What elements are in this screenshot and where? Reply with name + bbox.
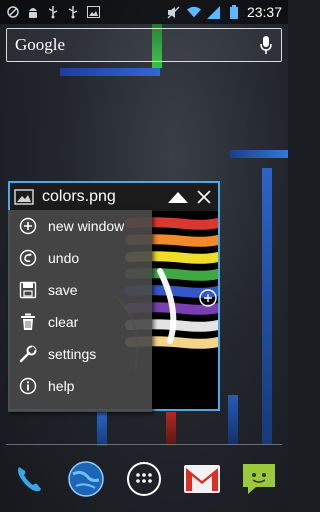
menu-item-label: new window [48, 218, 125, 234]
menu-item-help[interactable]: help [8, 370, 152, 402]
trash-icon [18, 312, 38, 332]
status-time: 23:37 [246, 4, 282, 20]
app-drawer-icon[interactable] [124, 459, 164, 499]
menu-item-settings[interactable]: settings [8, 338, 152, 370]
phone-icon[interactable] [9, 459, 49, 499]
google-search-bar[interactable]: Google [6, 28, 282, 62]
widget-titlebar[interactable]: colors.png [10, 183, 218, 211]
wrench-icon [18, 344, 38, 364]
mic-icon[interactable] [259, 35, 273, 55]
wallpaper-beam [166, 412, 176, 446]
blocked-icon [6, 5, 20, 19]
wallpaper-beam [230, 150, 288, 158]
browser-icon[interactable] [66, 459, 106, 499]
usb-icon [66, 5, 80, 19]
menu-item-undo[interactable]: undo [8, 242, 152, 274]
menu-item-label: undo [48, 250, 80, 266]
usb-icon [46, 5, 60, 19]
menu-item-new-window[interactable]: new window [8, 210, 152, 242]
menu-item-save[interactable]: save [8, 274, 152, 306]
triangle-up-icon[interactable] [166, 190, 190, 204]
messaging-icon[interactable] [239, 459, 279, 499]
menu-item-label: settings [48, 346, 97, 362]
wallpaper-beam [97, 412, 107, 446]
menu-item-label: help [48, 378, 75, 394]
wallpaper-beam [228, 395, 238, 445]
wifi-icon [186, 5, 201, 19]
image-icon [14, 189, 34, 205]
google-logo[interactable]: Google [7, 35, 65, 55]
gmail-icon[interactable] [182, 459, 222, 499]
menu-item-label: save [48, 282, 78, 298]
dock [0, 454, 288, 504]
status-bar: 23:37 [0, 0, 288, 24]
plus-circle-icon [18, 216, 38, 236]
dock-divider [6, 444, 282, 445]
signal-icon [207, 5, 221, 19]
image-icon [86, 5, 100, 19]
info-icon [18, 376, 38, 396]
wallpaper-beam [60, 68, 160, 76]
mute-icon [167, 5, 181, 19]
android-icon [26, 5, 40, 19]
battery-icon [227, 5, 241, 19]
context-menu: new window undo save clear settings help [8, 210, 152, 412]
widget-title: colors.png [42, 188, 116, 205]
menu-item-clear[interactable]: clear [8, 306, 152, 338]
close-icon[interactable] [196, 189, 212, 205]
menu-item-label: clear [48, 314, 79, 330]
floppy-icon [18, 280, 38, 300]
wallpaper-beam [262, 168, 272, 444]
undo-icon [18, 248, 38, 268]
